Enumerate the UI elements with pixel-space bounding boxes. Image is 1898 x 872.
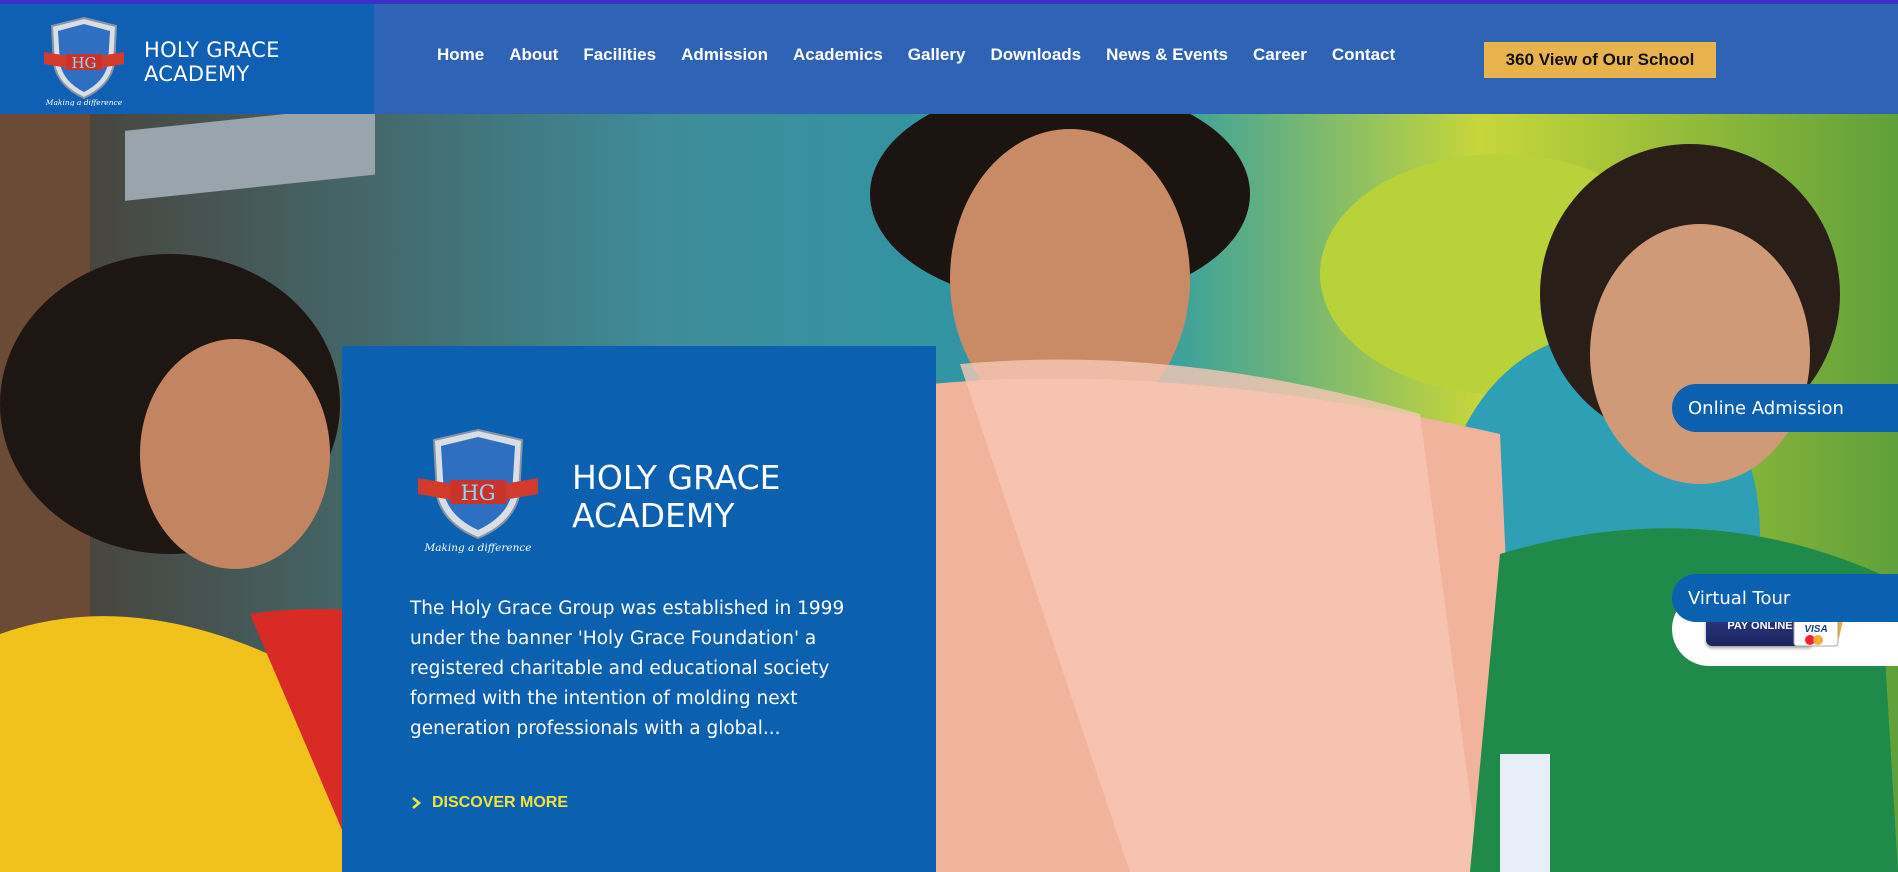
svg-text:HG: HG (71, 54, 96, 72)
nav-career[interactable]: Career (1253, 45, 1307, 71)
nav-downloads[interactable]: Downloads (990, 45, 1081, 71)
discover-more-link[interactable]: DISCOVER MORE (410, 794, 568, 812)
online-admission-tab[interactable]: Online Admission (1672, 384, 1898, 432)
svg-text:Making a difference: Making a difference (424, 542, 532, 554)
card-title: HOLY GRACE ACADEMY (572, 459, 781, 535)
shield-logo-icon: HOLY GRACE HG Making a difference (418, 428, 538, 554)
nav-admission[interactable]: Admission (681, 45, 768, 71)
nav-academics[interactable]: Academics (793, 45, 883, 71)
brand-name-line1: HOLY GRACE (144, 38, 280, 62)
svg-text:Making a difference: Making a difference (45, 98, 123, 106)
shield-logo-icon: HG Making a difference (44, 16, 124, 106)
hero-section: HOLY GRACE HG Making a difference HOLY G… (0, 114, 1898, 872)
nav-home[interactable]: Home (437, 45, 484, 71)
site-header: HG Making a difference HOLY GRACE ACADEM… (0, 4, 1898, 114)
discover-more-label: DISCOVER MORE (432, 794, 569, 811)
arrow-right-icon (412, 797, 422, 809)
360-view-button[interactable]: 360 View of Our School (1484, 42, 1716, 78)
hero-background-image (0, 114, 1898, 872)
card-title-line2: ACADEMY (572, 496, 735, 535)
card-title-line1: HOLY GRACE (572, 458, 781, 497)
nav-news-events[interactable]: News & Events (1106, 45, 1228, 71)
main-nav: Home About Facilities Admission Academic… (437, 45, 1420, 71)
nav-contact[interactable]: Contact (1332, 45, 1395, 71)
virtual-tour-tab[interactable]: Virtual Tour (1672, 574, 1898, 622)
nav-gallery[interactable]: Gallery (908, 45, 966, 71)
about-card: HOLY GRACE HG Making a difference HOLY G… (342, 346, 936, 872)
svg-text:HG: HG (460, 481, 495, 505)
brand-name-line2: ACADEMY (144, 62, 250, 86)
card-description: The Holy Grace Group was established in … (410, 598, 845, 739)
brand[interactable]: HG Making a difference HOLY GRACE ACADEM… (0, 4, 374, 114)
brand-name: HOLY GRACE ACADEMY (144, 38, 280, 86)
nav-about[interactable]: About (509, 45, 558, 71)
nav-facilities[interactable]: Facilities (583, 45, 656, 71)
svg-text:VISA: VISA (1804, 624, 1827, 635)
